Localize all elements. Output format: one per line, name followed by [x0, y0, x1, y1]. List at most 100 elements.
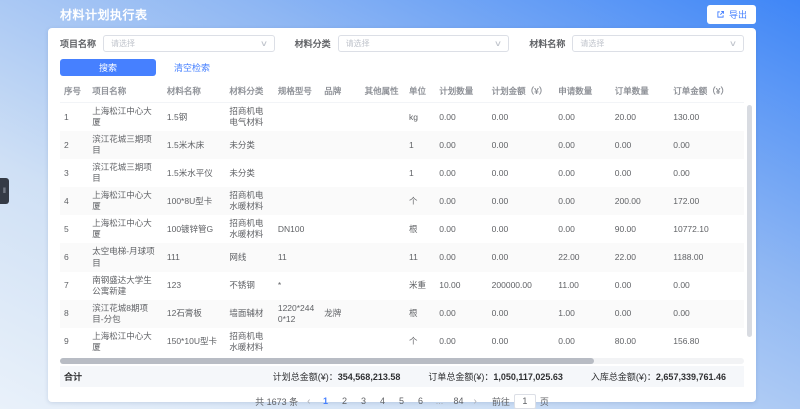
table-cell: 90.00	[611, 215, 670, 243]
table-cell: 172.00	[669, 187, 744, 215]
table-cell: 0.00	[669, 159, 744, 187]
material-name-select[interactable]: 请选择 ∨	[572, 35, 744, 52]
table-cell: 1	[405, 131, 435, 159]
table-cell: 滨江花城8期项目-分包	[88, 300, 163, 328]
table-cell: 80.00	[611, 328, 670, 356]
summary-totals: 计划总金额(¥)：354,568,213.58 订单总金额(¥)：1,050,1…	[273, 370, 726, 383]
pagination-page-1[interactable]: 1	[320, 396, 332, 406]
table-cell: 上海松江中心大厦	[88, 103, 163, 132]
filter-material-name: 材料名称 请选择 ∨	[529, 35, 744, 52]
table-cell: 0.00	[488, 300, 555, 328]
table-cell: 0.00	[554, 103, 610, 132]
table-cell: 0.00	[554, 187, 610, 215]
table-cell: 0.00	[488, 159, 555, 187]
clear-search-link[interactable]: 清空检索	[174, 61, 210, 74]
table-cell: 156.80	[669, 328, 744, 356]
summary-total-label: 合计	[64, 370, 82, 383]
goto-page-input[interactable]	[514, 394, 536, 409]
prev-page-icon[interactable]: ‹	[305, 396, 312, 407]
filter-bar: 项目名称 请选择 ∨ 材料分类 请选择 ∨ 材料名称 请选择 ∨	[60, 28, 744, 52]
table-cell	[320, 328, 360, 356]
filter-material-category-label: 材料分类	[295, 37, 331, 50]
main-card: 项目名称 请选择 ∨ 材料分类 请选择 ∨ 材料名称 请选择 ∨ 搜索 清空检索	[48, 28, 756, 402]
table-cell	[274, 159, 320, 187]
table-cell: 1.00	[554, 300, 610, 328]
pagination-total: 共 1673 条	[255, 395, 298, 408]
chevron-down-icon: ∨	[494, 40, 502, 48]
table-cell: 11	[405, 243, 435, 271]
table-cell: *	[274, 272, 320, 300]
next-page-icon[interactable]: ›	[472, 396, 479, 407]
table-cell: 个	[405, 328, 435, 356]
goto-page: 前往 页	[492, 394, 549, 409]
pagination-page-2[interactable]: 2	[339, 396, 351, 406]
inbound-total-amount: 入库总金额(¥)：2,657,339,761.46	[591, 370, 726, 383]
table-cell: 0.00	[554, 215, 610, 243]
table-cell: 0.00	[435, 328, 487, 356]
table-cell: 11	[274, 243, 320, 271]
order-total-amount-label: 订单总金额(¥)：	[428, 372, 493, 382]
table-cell	[361, 215, 405, 243]
table-cell: 1.5米水平仪	[163, 159, 226, 187]
column-header: 材料名称	[163, 81, 226, 103]
table-cell: 0.00	[435, 103, 487, 132]
pagination-page-5[interactable]: 5	[396, 396, 408, 406]
table-cell: 0.00	[488, 328, 555, 356]
order-total-amount-value: 1,050,117,025.63	[493, 372, 563, 382]
column-header: 材料分类	[225, 81, 273, 103]
pagination-page-3[interactable]: 3	[358, 396, 370, 406]
horizontal-scrollbar-track[interactable]	[60, 358, 744, 364]
column-header: 订单数量	[611, 81, 670, 103]
side-panel-handle[interactable]: ‖	[0, 178, 9, 204]
horizontal-scrollbar-thumb[interactable]	[60, 358, 594, 364]
table-cell: 上海松江中心大厦	[88, 187, 163, 215]
table-cell: kg	[405, 103, 435, 132]
table-cell	[320, 215, 360, 243]
goto-suffix: 页	[540, 395, 549, 408]
search-button[interactable]: 搜索	[60, 59, 156, 76]
table-cell: 150*10U型卡	[163, 328, 226, 356]
table-cell: 2	[60, 131, 88, 159]
table-cell: 0.00	[435, 300, 487, 328]
table-cell: 1	[405, 159, 435, 187]
table-header-row: 序号项目名称材料名称材料分类规格型号品牌其他属性单位计划数量计划金额（¥）申请数…	[60, 81, 744, 103]
table-cell: DN100	[274, 215, 320, 243]
export-button-label: 导出	[729, 8, 747, 21]
table-cell: 墙面辅材	[225, 300, 273, 328]
table-cell: 未分类	[225, 159, 273, 187]
pagination: 共 1673 条 ‹ 123456...84 › 前往 页	[60, 394, 744, 409]
export-button[interactable]: 导出	[707, 5, 756, 24]
table-cell	[361, 272, 405, 300]
table-cell: 上海松江中心大厦	[88, 215, 163, 243]
table-cell: 8	[60, 300, 88, 328]
column-header: 序号	[60, 81, 88, 103]
table-cell	[274, 103, 320, 132]
planned-total-amount-value: 354,568,213.58	[338, 372, 401, 382]
table-cell: 0.00	[488, 103, 555, 132]
chevron-down-icon: ∨	[729, 40, 737, 48]
table-cell: 不锈钢	[225, 272, 273, 300]
table-cell: 0.00	[435, 215, 487, 243]
table-cell: 4	[60, 187, 88, 215]
table-cell: 7	[60, 272, 88, 300]
table-cell: 0.00	[435, 159, 487, 187]
summary-row: 合计 计划总金额(¥)：354,568,213.58 订单总金额(¥)：1,05…	[60, 366, 744, 387]
vertical-scrollbar[interactable]	[747, 105, 752, 337]
material-name-placeholder: 请选择	[580, 38, 604, 49]
table-cell: 22.00	[611, 243, 670, 271]
material-category-select[interactable]: 请选择 ∨	[338, 35, 510, 52]
table-cell	[361, 131, 405, 159]
pagination-page-4[interactable]: 4	[377, 396, 389, 406]
table-cell: 0.00	[669, 300, 744, 328]
pagination-page-6[interactable]: 6	[415, 396, 427, 406]
table-cell: 0.00	[488, 131, 555, 159]
pagination-page-84[interactable]: 84	[453, 396, 465, 406]
project-name-select[interactable]: 请选择 ∨	[103, 35, 275, 52]
table-row: 5上海松江中心大厦100镀锌管G招商机电 水暖材料DN100根0.000.000…	[60, 215, 744, 243]
table-cell: 200.00	[611, 187, 670, 215]
table-cell	[320, 131, 360, 159]
table-cell	[361, 159, 405, 187]
table-cell: 5	[60, 215, 88, 243]
table-cell	[361, 328, 405, 356]
materials-table: 序号项目名称材料名称材料分类规格型号品牌其他属性单位计划数量计划金额（¥）申请数…	[60, 81, 744, 356]
